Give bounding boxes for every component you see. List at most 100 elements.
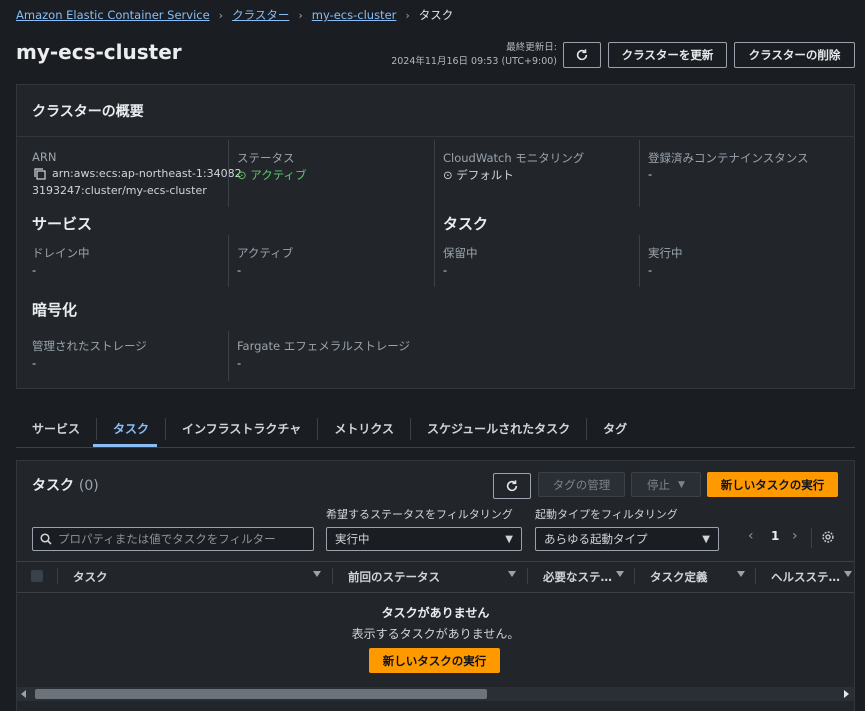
divider <box>17 136 854 137</box>
divider <box>527 568 528 584</box>
caret-down-icon: ▼ <box>505 533 513 545</box>
stop-label: 停止 <box>647 477 671 492</box>
divider <box>811 528 812 548</box>
launch-filter-label: 起動タイプをフィルタリング <box>535 508 678 521</box>
draining-label: ドレイン中 <box>32 246 90 260</box>
caret-down-icon: ▼ <box>678 479 685 490</box>
overview-title: クラスターの概要 <box>32 104 144 120</box>
divider <box>634 568 635 584</box>
tab-metrics[interactable]: メトリクス <box>318 418 411 440</box>
scroll-left-icon[interactable] <box>21 690 26 698</box>
tasks-title: タスク <box>32 478 74 494</box>
cloudwatch-value: ⊙ デフォルト <box>443 167 514 183</box>
sort-icon[interactable] <box>737 571 745 577</box>
tab-scheduled-tasks[interactable]: スケジュールされたタスク <box>411 418 588 440</box>
last-updated-label: 最終更新日: <box>506 42 557 53</box>
tasks-heading: タスク (0) <box>32 475 99 495</box>
sort-icon[interactable] <box>313 571 321 577</box>
divider <box>639 140 640 207</box>
chevron-right-icon: › <box>298 8 303 22</box>
encryption-title: 暗号化 <box>32 301 78 319</box>
refresh-icon <box>576 49 588 61</box>
pending-label: 保留中 <box>443 246 478 260</box>
fargate-storage-value: - <box>237 356 242 370</box>
status-text: アクティブ <box>250 168 307 182</box>
scroll-right-icon[interactable] <box>844 690 849 698</box>
instances-label: 登録済みコンテナインスタンス <box>648 151 809 165</box>
horizontal-scrollbar[interactable] <box>17 687 854 701</box>
column-health-status[interactable]: ヘルスステ… <box>771 569 840 585</box>
breadcrumb-clusters[interactable]: クラスター <box>232 7 289 23</box>
copy-icon[interactable] <box>34 168 46 183</box>
breadcrumb-ecs[interactable]: Amazon Elastic Container Service <box>16 8 210 22</box>
tasks-refresh-button[interactable] <box>493 473 531 499</box>
empty-run-task-button[interactable]: 新しいタスクの実行 <box>369 648 500 673</box>
page-title: my-ecs-cluster <box>16 40 182 64</box>
column-task[interactable]: タスク <box>73 569 108 585</box>
launch-filter-select[interactable]: あらゆる起動タイプ ▼ <box>535 527 719 551</box>
page-number[interactable]: 1 <box>771 529 779 543</box>
tasks-section-title: タスク <box>443 215 489 233</box>
sort-icon[interactable] <box>508 571 516 577</box>
tab-tags[interactable]: タグ <box>587 418 643 440</box>
pending-value: - <box>443 263 448 277</box>
check-circle-icon: ⊙ <box>237 168 247 182</box>
scrollbar-thumb[interactable] <box>35 689 487 699</box>
status-label: ステータス <box>237 151 295 165</box>
tab-services[interactable]: サービス <box>16 418 98 440</box>
tasks-count: (0) <box>78 478 99 494</box>
task-search-input[interactable]: プロパティまたは値でタスクをフィルター <box>32 527 314 551</box>
arn-value-line2: 3193247:cluster/my-ecs-cluster <box>32 184 207 197</box>
column-last-status[interactable]: 前回のステータス <box>348 569 440 585</box>
divider <box>228 331 229 381</box>
run-new-task-button[interactable]: 新しいタスクの実行 <box>707 472 838 497</box>
divider <box>639 235 640 287</box>
column-task-definition[interactable]: タスク定義 <box>650 569 708 585</box>
status-filter-value: 実行中 <box>335 532 370 546</box>
divider <box>434 140 435 287</box>
breadcrumb-current: タスク <box>418 8 454 22</box>
stop-button[interactable]: 停止 ▼ <box>631 472 701 497</box>
managed-storage-value: - <box>32 356 37 370</box>
breadcrumb: Amazon Elastic Container Service › クラスター… <box>16 7 453 23</box>
cluster-overview-panel: クラスターの概要 ARN arn:aws:ecs:ap-northeast-1:… <box>16 84 855 389</box>
arn-label: ARN <box>32 150 57 164</box>
running-label: 実行中 <box>648 246 683 260</box>
instances-value: - <box>648 167 653 181</box>
divider <box>332 568 333 584</box>
launch-filter-value: あらゆる起動タイプ <box>544 532 648 546</box>
chevron-right-icon: › <box>405 8 410 22</box>
update-cluster-button[interactable]: クラスターを更新 <box>608 42 727 68</box>
next-page-icon[interactable]: › <box>792 528 798 544</box>
refresh-button[interactable] <box>563 42 601 68</box>
cloudwatch-text: デフォルト <box>456 168 514 182</box>
status-filter-select[interactable]: 実行中 ▼ <box>326 527 522 551</box>
fargate-storage-label: Fargate エフェメラルストレージ <box>237 339 410 353</box>
managed-storage-label: 管理されたストレージ <box>32 339 147 353</box>
tasks-panel: タスク (0) <box>16 460 855 711</box>
delete-cluster-button[interactable]: クラスターの削除 <box>734 42 855 68</box>
prev-page-icon[interactable]: ‹ <box>748 528 754 544</box>
running-value: - <box>648 263 653 277</box>
arn-value-line1: arn:aws:ecs:ap-northeast-1:34082 <box>52 167 242 180</box>
sort-icon[interactable] <box>844 571 852 577</box>
select-all-checkbox[interactable] <box>31 570 43 582</box>
cloudwatch-label: CloudWatch モニタリング <box>443 151 585 165</box>
divider <box>57 568 58 584</box>
status-filter-label: 希望するステータスをフィルタリング <box>326 508 513 521</box>
column-desired-status[interactable]: 必要なステ… <box>543 569 612 585</box>
status-value: ⊙ アクティブ <box>237 167 307 183</box>
empty-description: 表示するタスクがありません。 <box>351 627 520 641</box>
divider <box>17 561 854 562</box>
breadcrumb-cluster[interactable]: my-ecs-cluster <box>312 8 397 22</box>
manage-tags-button[interactable]: タグの管理 <box>538 472 625 497</box>
tab-infrastructure[interactable]: インフラストラクチャ <box>166 418 319 440</box>
tab-tasks[interactable]: タスク <box>97 418 167 440</box>
services-title: サービス <box>32 215 93 233</box>
chevron-right-icon: › <box>218 8 224 22</box>
divider <box>755 568 756 584</box>
sort-icon[interactable] <box>616 571 624 577</box>
search-icon <box>40 533 52 545</box>
settings-gear-icon[interactable] <box>821 530 835 547</box>
caret-down-icon: ▼ <box>702 533 710 545</box>
